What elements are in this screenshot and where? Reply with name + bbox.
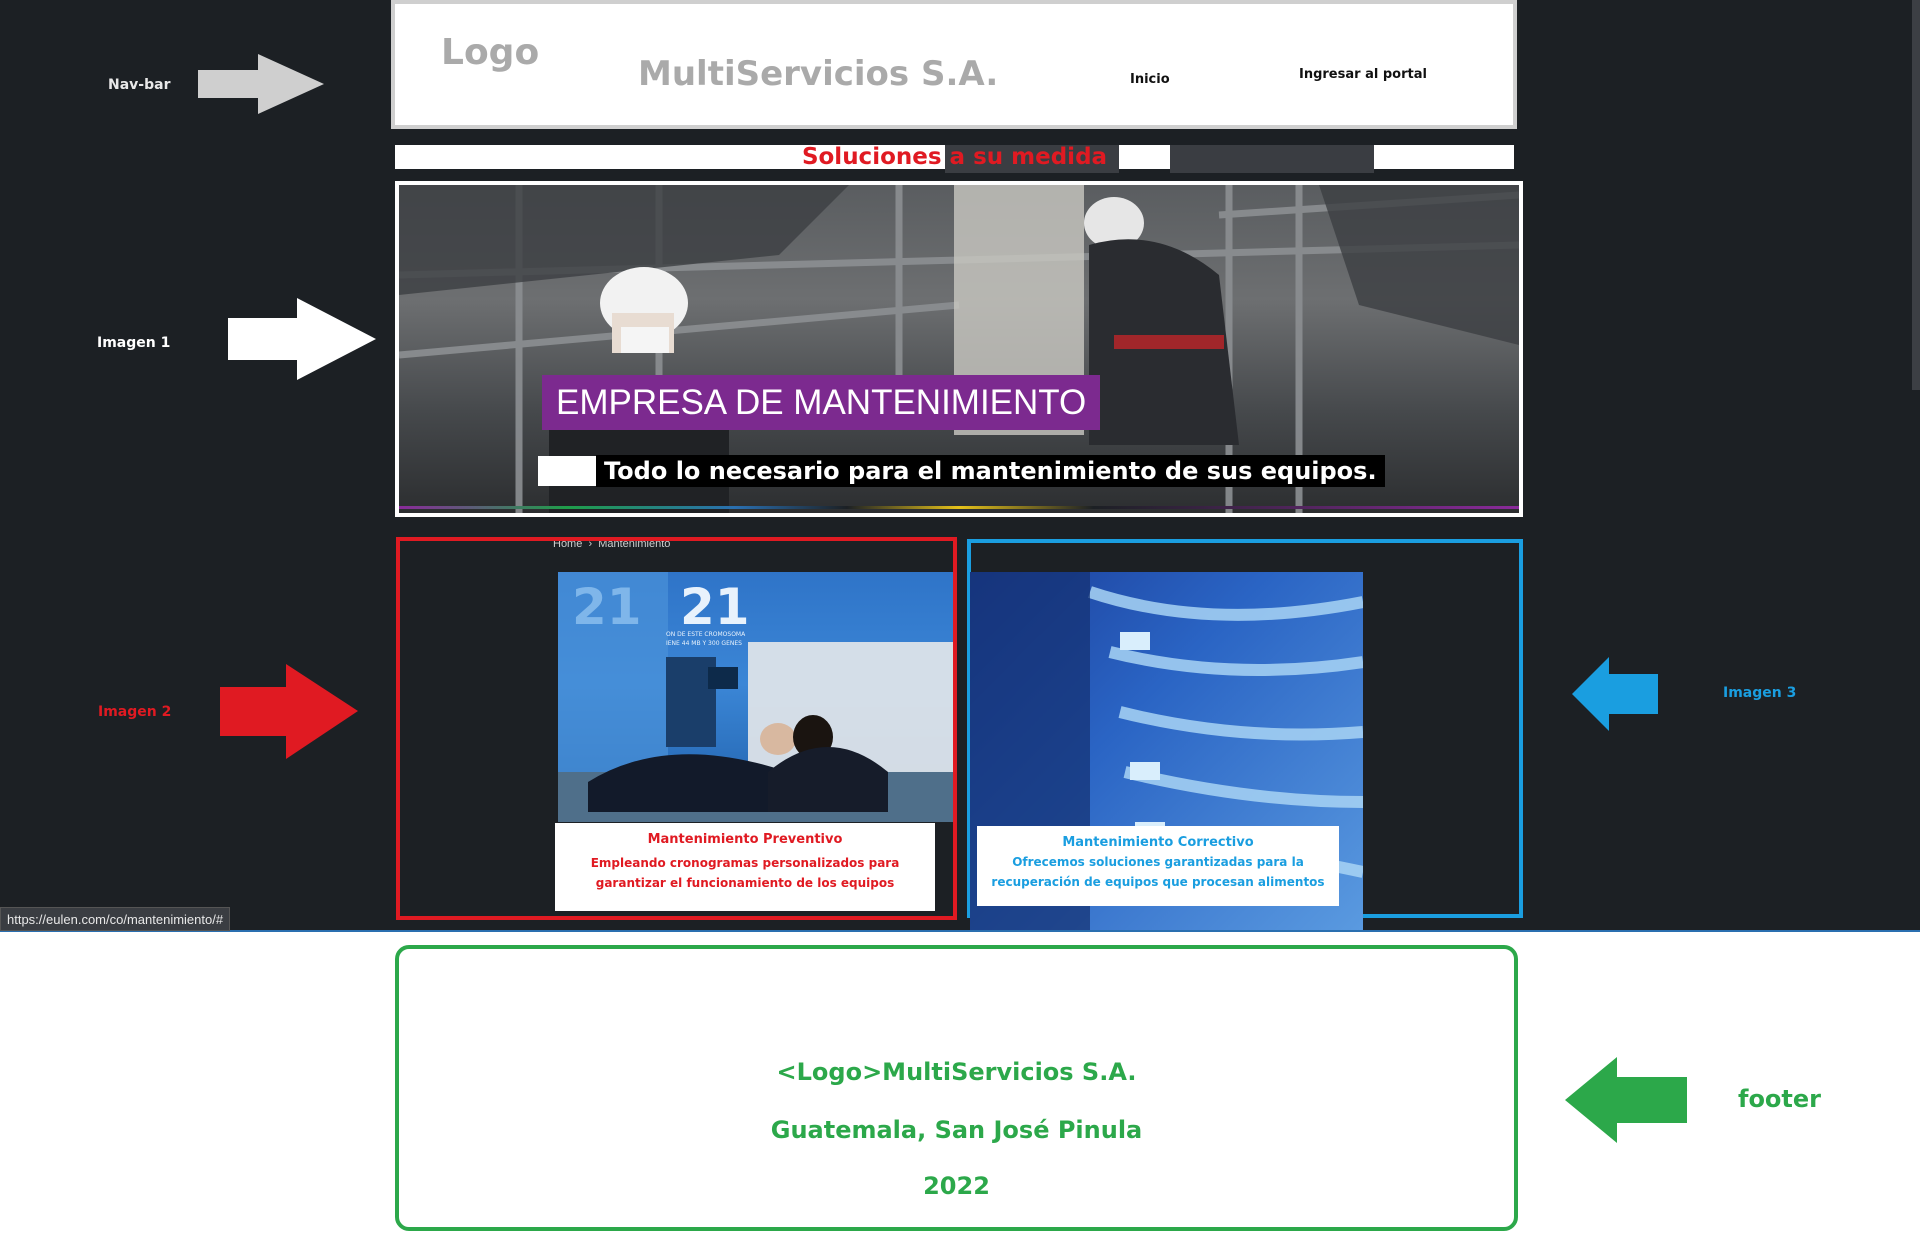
gray-arrow-right-icon xyxy=(198,54,324,114)
hero-white-box xyxy=(538,456,596,486)
navbar-logo[interactable]: Logo xyxy=(441,32,539,73)
card-image-caption: IENE 44 MB Y 300 GENES xyxy=(666,640,742,647)
card-preventivo-caption: Mantenimiento Preventivo Empleando crono… xyxy=(555,823,935,911)
image2-annotation-label: Imagen 2 xyxy=(98,704,172,720)
footer-brand: <Logo>MultiServicios S.A. xyxy=(776,1058,1137,1086)
card-preventivo-image: 21 21 ON DE ESTE CROMOSOMA IENE 44 MB Y … xyxy=(558,572,953,822)
card-preventivo-title[interactable]: Mantenimiento Preventivo xyxy=(555,832,935,847)
hero-subtitle: Todo lo necesario para el mantenimiento … xyxy=(596,455,1385,487)
section-divider xyxy=(0,930,1920,932)
card-image-number: 21 xyxy=(680,578,750,636)
card-preventivo-description: Empleando cronogramas personalizados par… xyxy=(590,856,900,890)
card-image-caption: ON DE ESTE CROMOSOMA xyxy=(666,631,746,638)
navbar-annotation-label: Nav-bar xyxy=(108,77,171,93)
scrollbar[interactable] xyxy=(1912,0,1920,390)
nav-link-portal[interactable]: Ingresar al portal xyxy=(1299,67,1427,82)
navbar: Logo MultiServicios S.A. Inicio Ingresar… xyxy=(391,0,1517,129)
hero-image: EMPRESA DE MANTENIMIENTO Todo lo necesar… xyxy=(399,185,1519,513)
blue-arrow-left-icon xyxy=(1572,657,1658,731)
card-correctivo-description: Ofrecemos soluciones garantizadas para l… xyxy=(991,855,1325,889)
tagline-text: Soluciones a su medida xyxy=(801,144,1108,170)
hero-banner: EMPRESA DE MANTENIMIENTO Todo lo necesar… xyxy=(395,181,1523,517)
tagline-bar: Soluciones a su medida xyxy=(395,144,1514,173)
navbar-title: MultiServicios S.A. xyxy=(638,54,999,94)
white-arrow-right-icon xyxy=(228,298,376,380)
footer-year: 2022 xyxy=(923,1172,990,1200)
image1-annotation-label: Imagen 1 xyxy=(97,335,171,351)
footer: <Logo>MultiServicios S.A. Guatemala, San… xyxy=(395,945,1518,1231)
image3-annotation-label: Imagen 3 xyxy=(1723,685,1797,701)
card-correctivo-caption: Mantenimiento Correctivo Ofrecemos soluc… xyxy=(977,826,1339,906)
status-url-bar: https://eulen.com/co/mantenimiento/# xyxy=(0,907,231,931)
green-arrow-left-icon xyxy=(1565,1057,1687,1143)
footer-annotation-label: footer xyxy=(1738,1085,1822,1113)
red-arrow-right-icon xyxy=(220,664,358,759)
nav-link-inicio[interactable]: Inicio xyxy=(1130,72,1170,87)
card-correctivo-title[interactable]: Mantenimiento Correctivo xyxy=(977,835,1339,850)
hero-title: EMPRESA DE MANTENIMIENTO xyxy=(542,375,1101,430)
hero-color-strip xyxy=(399,506,1519,509)
footer-location: Guatemala, San José Pinula xyxy=(770,1116,1143,1144)
card-image-number: 21 xyxy=(572,578,642,636)
